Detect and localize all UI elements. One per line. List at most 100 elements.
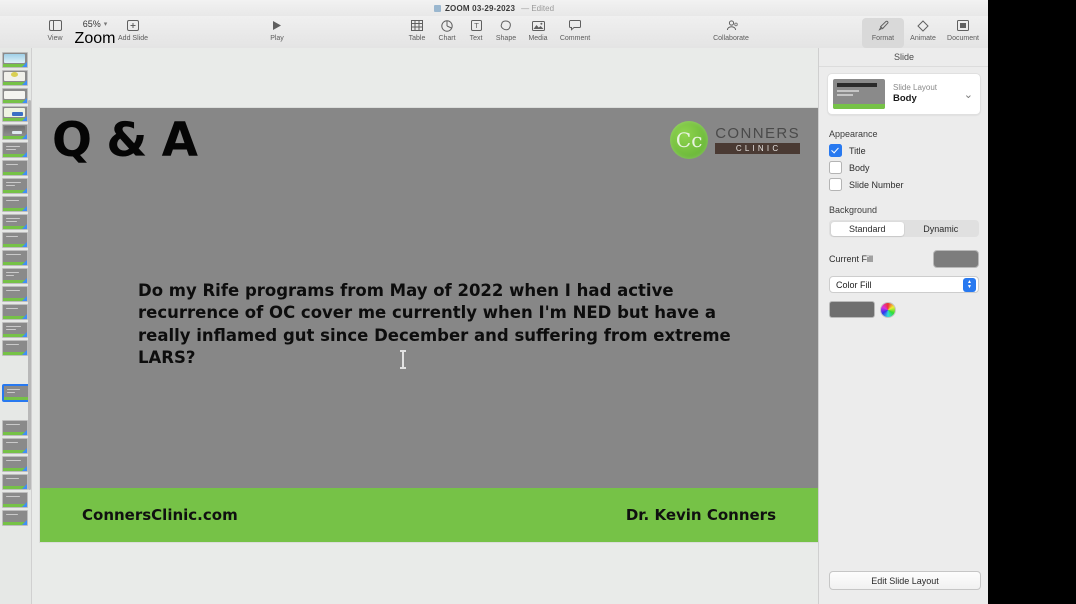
collaborate-label: Collaborate [713,35,749,42]
footer-website: ConnersClinic.com [82,506,238,524]
add-slide-button[interactable]: Add Slide [110,18,156,48]
slide-thumbnail-selected[interactable] [2,384,30,402]
slide-thumbnail[interactable] [2,52,28,68]
text-cursor-icon [400,350,406,369]
shape-icon [500,18,512,33]
fill-type-select[interactable]: Color Fill ▲ ▼ [829,276,979,293]
slide-layout-card[interactable]: Slide Layout Body ⌄ [827,73,981,115]
chevron-updown-icon[interactable]: ▲ ▼ [963,277,976,292]
slide-title[interactable]: Q & A [52,117,198,164]
slide-thumbnail[interactable] [2,214,28,230]
slide-thumbnail[interactable] [2,178,28,194]
collaborate-icon [725,18,738,33]
current-fill-label: Current Fill [829,254,874,264]
format-button[interactable]: Format [862,18,904,48]
play-button[interactable]: Play [254,18,300,48]
slide-thumbnail[interactable] [2,232,28,248]
checkbox-slide-number[interactable] [829,178,842,191]
slide-thumbnail[interactable] [2,322,28,338]
text-label: Text [469,35,483,42]
document-label: Document [947,35,979,42]
appearance-body-row[interactable]: Body [829,161,988,174]
chevron-down-icon[interactable]: ⌄ [964,88,975,101]
collaborate-button[interactable]: Collaborate [706,18,756,48]
fill-color-swatch[interactable] [829,301,875,318]
slide-thumbnail[interactable] [2,250,28,266]
slide-thumbnail[interactable] [2,88,28,104]
format-label: Format [871,35,895,42]
footer-presenter: Dr. Kevin Conners [625,506,776,524]
slide-layout-label: Slide Layout [893,82,938,92]
current-fill-row: Current Fill [829,250,979,268]
zoom-value-wrap[interactable]: 65% ▾ [83,18,108,30]
document-icon [433,4,441,12]
slide-thumbnail[interactable] [2,438,28,454]
color-wheel-icon[interactable] [880,301,896,318]
appearance-slide-number-row[interactable]: Slide Number [829,178,988,191]
conners-clinic-logo: Cc CONNERS CLINIC [670,120,800,160]
checkbox-title[interactable] [829,144,842,157]
table-icon [411,18,423,33]
slide-thumbnail[interactable] [2,492,28,508]
media-icon [531,18,545,33]
slide-thumbnail[interactable] [2,456,28,472]
current-fill-swatch[interactable] [933,250,979,268]
window-titlebar: ZOOM 03-29-2023 — Edited [0,0,988,16]
format-brush-icon [877,18,889,33]
comment-label: Comment [559,35,591,42]
document-button[interactable]: Document [941,18,985,48]
logo-wordmark: CONNERS CLINIC [715,126,800,154]
view-icon [48,18,62,33]
slide-thumbnail[interactable] [2,474,28,490]
text-icon: T [470,18,482,33]
logo-monogram: Cc [670,121,709,159]
current-slide[interactable]: Q & A Cc CONNERS CLINIC Do my Rife progr… [40,108,818,542]
slide-thumbnail[interactable] [2,420,28,436]
edit-slide-layout-button[interactable]: Edit Slide Layout [829,571,981,590]
checkbox-body[interactable] [829,161,842,174]
slide-thumbnail[interactable] [2,340,28,356]
svg-text:T: T [473,22,479,30]
slide-thumbnail[interactable] [2,286,28,302]
appearance-title-row[interactable]: Title [829,144,988,157]
segment-standard[interactable]: Standard [830,221,904,236]
slide-thumbnail[interactable] [2,304,28,320]
slide-navigator[interactable] [0,48,32,604]
slide-thumbnail[interactable] [2,268,28,284]
segment-dynamic[interactable]: Dynamic [904,222,978,236]
main-toolbar: View 65% ▾ Zoom Add Slide Play Table Cha… [0,16,988,49]
chevron-down-icon: ▾ [103,21,108,28]
add-slide-label: Add Slide [118,35,148,42]
logo-word-conners: CONNERS [715,125,800,143]
play-label: Play [270,35,284,42]
background-mode-segmented[interactable]: Standard Dynamic [829,220,979,237]
background-heading: Background [829,205,878,215]
slide-thumbnail[interactable] [2,160,28,176]
chart-icon [441,18,453,33]
table-label: Table [408,35,426,42]
slide-thumbnail[interactable] [2,124,28,140]
comment-icon [569,18,581,33]
slide-thumbnail[interactable] [2,142,28,158]
slide-layout-thumbnail [833,79,885,109]
fill-type-value: Color Fill [836,279,872,290]
slide-thumbnail[interactable] [2,510,28,526]
play-icon [272,18,282,33]
letterbox-right [988,0,1076,604]
slide-layout-meta: Slide Layout Body [893,83,964,106]
slide-body-text[interactable]: Do my Rife programs from May of 2022 whe… [138,280,738,370]
appearance-heading: Appearance [829,129,878,139]
appearance-title-label: Title [849,145,866,156]
keynote-window: ZOOM 03-29-2023 — Edited View 65% ▾ Zoom… [0,0,988,604]
document-panel-icon [957,18,969,33]
animate-diamond-icon [917,18,929,33]
animate-button[interactable]: Animate [903,18,943,48]
comment-button[interactable]: Comment [552,18,598,48]
slide-thumbnail[interactable] [2,196,28,212]
slide-canvas[interactable]: Q & A Cc CONNERS CLINIC Do my Rife progr… [32,48,818,604]
slide-thumbnail[interactable] [2,70,28,86]
slide-thumbnail[interactable] [2,106,28,122]
animate-label: Animate [910,35,936,42]
media-label: Media [528,35,548,42]
window-title: ZOOM 03-29-2023 [444,3,516,13]
